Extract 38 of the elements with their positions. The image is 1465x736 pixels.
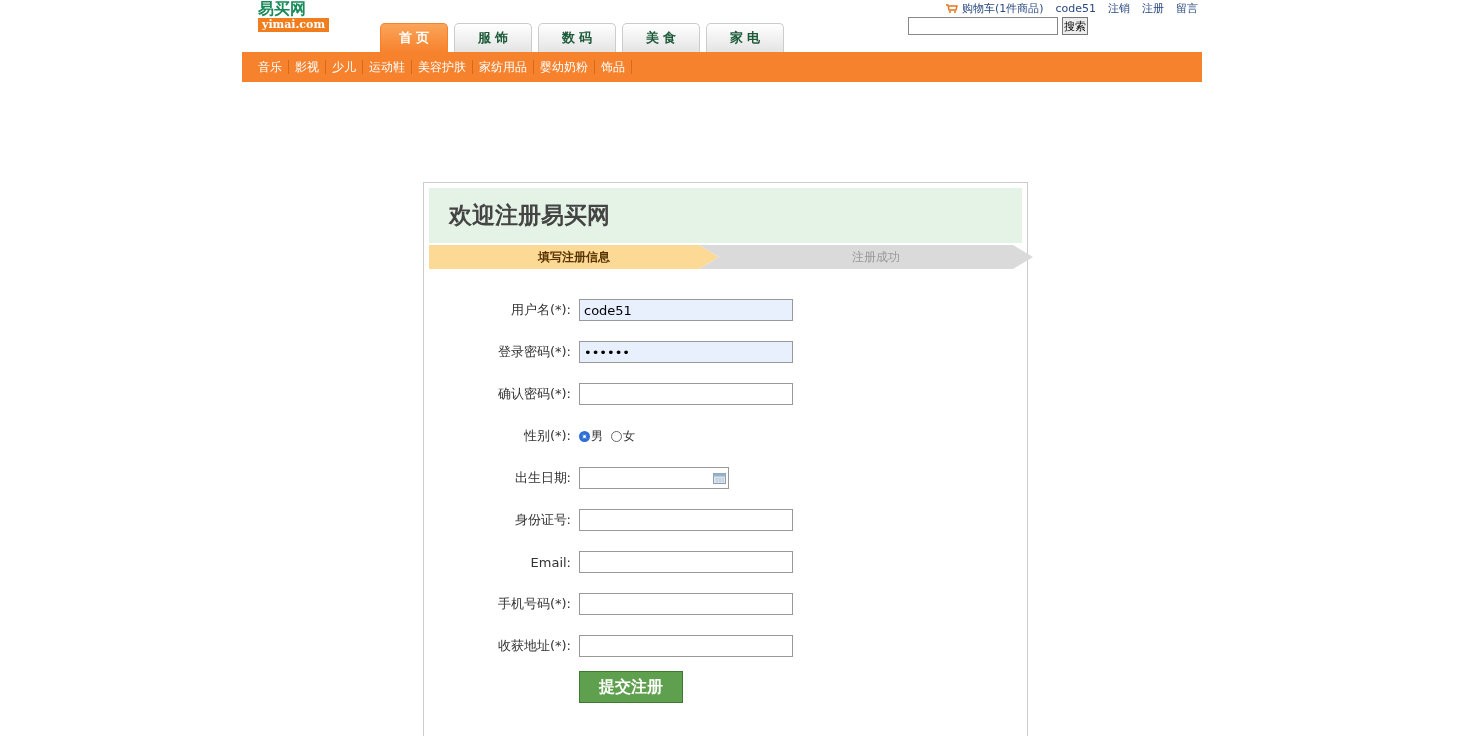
calendar-icon[interactable] bbox=[713, 472, 726, 484]
field-label: 性别(*): bbox=[522, 427, 572, 445]
logo-text: 易买网 bbox=[258, 0, 306, 18]
radio-button[interactable] bbox=[579, 430, 590, 442]
field-label: Email: bbox=[529, 554, 572, 570]
input-field[interactable] bbox=[579, 509, 793, 531]
nav-tab[interactable]: 服 饰 bbox=[454, 23, 532, 52]
top-link[interactable]: 注销 bbox=[1108, 1, 1130, 16]
input-field[interactable] bbox=[579, 383, 793, 405]
field-label: 手机号码(*): bbox=[496, 595, 572, 613]
input-field[interactable] bbox=[579, 551, 793, 573]
progress-step: 注册成功 bbox=[699, 245, 1033, 269]
top-link[interactable]: 注册 bbox=[1142, 1, 1164, 16]
field-label: 收获地址(*): bbox=[496, 637, 572, 655]
radio-label: 男 bbox=[591, 427, 603, 445]
top-link[interactable]: code51 bbox=[1055, 1, 1096, 16]
field-label: 用户名(*): bbox=[509, 301, 572, 319]
input-field[interactable]: code51 bbox=[579, 299, 793, 321]
search-button[interactable]: 搜索 bbox=[1062, 17, 1088, 35]
nav-tab[interactable]: 家 电 bbox=[706, 23, 784, 52]
cart-link[interactable]: 购物车(1件商品) bbox=[961, 1, 1044, 16]
form-title: 欢迎注册易买网 bbox=[429, 188, 1022, 243]
input-field[interactable]: •••••• bbox=[579, 341, 793, 363]
field-label: 登录密码(*): bbox=[496, 343, 572, 361]
field-label: 身份证号: bbox=[513, 511, 572, 529]
nav-tab[interactable]: 数 码 bbox=[538, 23, 616, 52]
cart-icon bbox=[945, 4, 958, 13]
input-field[interactable] bbox=[579, 593, 793, 615]
logo-domain: yimai.com bbox=[258, 18, 330, 32]
field-label: 出生日期: bbox=[513, 469, 572, 487]
radio-label: 女 bbox=[623, 427, 635, 445]
search-field[interactable] bbox=[908, 17, 1058, 35]
progress-step: 填写注册信息 bbox=[429, 245, 719, 269]
input-field[interactable] bbox=[579, 635, 793, 657]
top-link[interactable]: 留言 bbox=[1176, 1, 1198, 16]
date-field[interactable] bbox=[579, 467, 729, 489]
nav-tab[interactable]: 美 食 bbox=[622, 23, 700, 52]
field-label: 确认密码(*): bbox=[496, 385, 572, 403]
